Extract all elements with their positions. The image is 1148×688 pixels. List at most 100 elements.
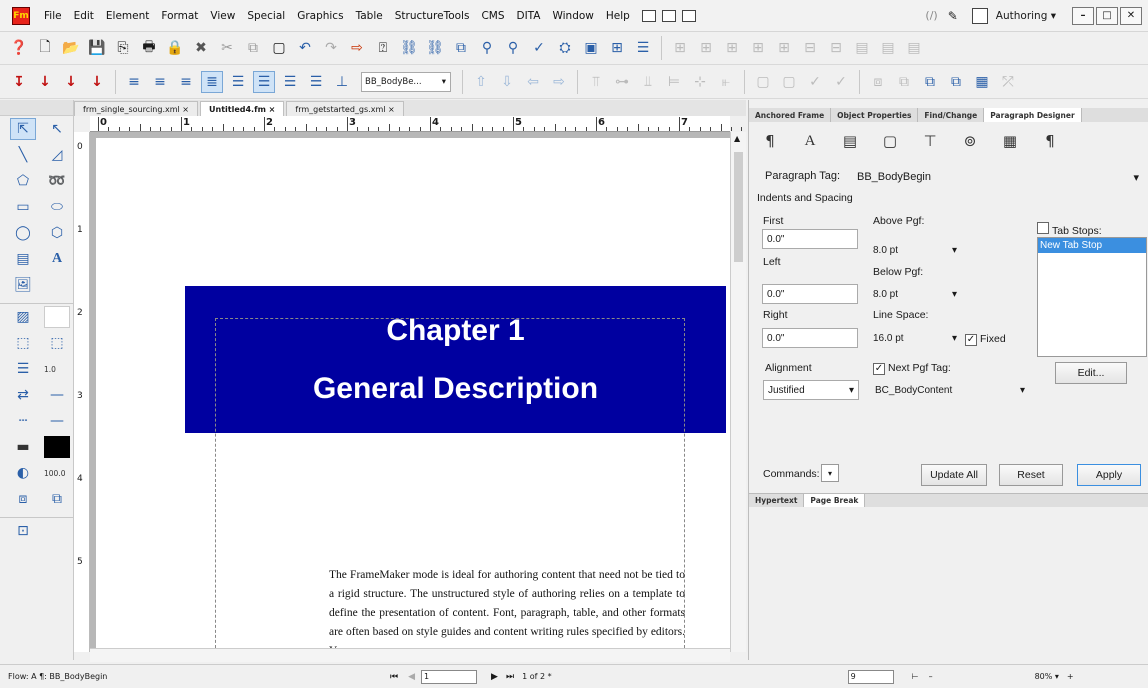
align-objects-icon-5[interactable]: ⊹: [689, 71, 711, 93]
right-indent-input[interactable]: 0.0": [762, 328, 858, 348]
insert-graphic-icon[interactable]: ▣: [580, 37, 602, 59]
first-indent-input[interactable]: 0.0": [762, 229, 858, 249]
table-icon[interactable]: ⊞: [606, 37, 628, 59]
align-center-icon[interactable]: ≡: [149, 71, 171, 93]
spell-icon[interactable]: ⍰: [372, 37, 394, 59]
apply-button[interactable]: Apply: [1077, 464, 1141, 486]
arrow-down-icon[interactable]: ⇩: [496, 71, 518, 93]
alignment-select[interactable]: Justified ▾: [763, 380, 859, 400]
zoom-in-icon[interactable]: +: [1067, 672, 1074, 681]
zoom-out-icon[interactable]: –: [929, 672, 933, 681]
dash-style-icon[interactable]: —: [44, 410, 70, 432]
color-gradient-icon[interactable]: ▬: [10, 436, 36, 458]
break-icon-1[interactable]: ↧: [8, 71, 30, 93]
spacing-custom-icon[interactable]: ☰: [305, 71, 327, 93]
hexagon-tool-icon[interactable]: ⬡: [44, 222, 70, 244]
menu-edit[interactable]: Edit: [68, 10, 100, 22]
line-space-select[interactable]: 16.0 pt ▾: [869, 328, 961, 348]
arrow-up-icon[interactable]: ⇧: [470, 71, 492, 93]
close-button[interactable]: ✕: [1120, 6, 1142, 25]
freehand-tool-icon[interactable]: ➿: [44, 170, 70, 192]
document-canvas[interactable]: Chapter 1 General Description The FrameM…: [90, 132, 730, 652]
reset-button[interactable]: Reset: [999, 464, 1063, 486]
first-page-icon[interactable]: ⏮: [390, 672, 398, 682]
asian-icon[interactable]: ⊚: [961, 132, 979, 150]
table-icon-8[interactable]: ⊟: [825, 37, 847, 59]
doc-tab-getstarted[interactable]: frm_getstarted_gs.xml ×: [286, 101, 404, 116]
print-icon[interactable]: 🖶: [138, 37, 160, 59]
paragraph-tag-select[interactable]: BB_BodyBegin ▾: [853, 167, 1143, 187]
paragraph-icon[interactable]: ¶: [761, 132, 779, 150]
menu-file[interactable]: File: [38, 10, 68, 22]
table-icon-7[interactable]: ⊟: [799, 37, 821, 59]
formula-icon[interactable]: (/): [925, 9, 937, 22]
advanced-icon[interactable]: ⊤: [921, 132, 939, 150]
object-properties-icon[interactable]: ▦: [971, 71, 993, 93]
workspace-icon[interactable]: [681, 9, 696, 22]
text-line-tool-icon[interactable]: A: [44, 248, 70, 270]
menu-graphics[interactable]: Graphics: [291, 10, 349, 22]
next-page-icon[interactable]: ▶: [491, 672, 498, 682]
tab-stops-list[interactable]: New Tab Stop: [1037, 237, 1147, 357]
open-folder-icon[interactable]: 📂: [60, 37, 82, 59]
track-icon[interactable]: ⛭: [554, 37, 576, 59]
polyline-tool-icon[interactable]: ⬠: [10, 170, 36, 192]
document-page[interactable]: Chapter 1 General Description The FrameM…: [96, 138, 730, 652]
rows-icon[interactable]: ☰: [632, 37, 654, 59]
table-icon-4[interactable]: ⊞: [721, 37, 743, 59]
minimize-button[interactable]: –: [1072, 6, 1094, 25]
display-icon[interactable]: [971, 7, 988, 24]
commands-dropdown[interactable]: ▾: [821, 464, 839, 482]
break-icon-2[interactable]: ↓: [34, 71, 56, 93]
copy-icon[interactable]: ⧉: [242, 37, 264, 59]
layout-icon[interactable]: [641, 9, 656, 22]
align-right-icon[interactable]: ≡: [175, 71, 197, 93]
dash-icon[interactable]: ┄: [10, 410, 36, 432]
arrow-right-icon[interactable]: ⇨: [548, 71, 570, 93]
table-cell-icon[interactable]: ▦: [1001, 132, 1019, 150]
unlink-icon[interactable]: ⛓: [424, 37, 446, 59]
send-icon[interactable]: ⇨: [346, 37, 368, 59]
tint-icon[interactable]: ◐: [10, 462, 36, 484]
table-icon-10[interactable]: ▤: [877, 37, 899, 59]
link-icon[interactable]: ⛓: [398, 37, 420, 59]
line-tool-icon[interactable]: ╲: [10, 144, 36, 166]
fixed-checkbox[interactable]: ✓ Fixed: [965, 333, 1006, 346]
align-objects-icon-4[interactable]: ⊨: [663, 71, 685, 93]
new-tab-stop-item[interactable]: New Tab Stop: [1038, 238, 1146, 253]
group-icon[interactable]: ▢: [752, 71, 774, 93]
new-doc-icon[interactable]: 🗋: [34, 37, 56, 59]
prev-page-icon[interactable]: ◀: [408, 672, 415, 682]
send-back-icon[interactable]: ⧉: [945, 71, 967, 93]
rectangle-tool-icon[interactable]: ▭: [10, 196, 36, 218]
table-icon-2[interactable]: ⊞: [669, 37, 691, 59]
status-field[interactable]: 9: [847, 669, 894, 684]
polygon-tool-icon[interactable]: ◿: [44, 144, 70, 166]
cut-icon[interactable]: ✂: [216, 37, 238, 59]
align-left-icon[interactable]: ≡: [123, 71, 145, 93]
flip-icon[interactable]: ⧈: [867, 71, 889, 93]
table-icon-11[interactable]: ▤: [903, 37, 925, 59]
spacing-double-icon[interactable]: ☰: [279, 71, 301, 93]
break-icon-3[interactable]: ↓: [60, 71, 82, 93]
table-icon-3[interactable]: ⊞: [695, 37, 717, 59]
bring-front-icon[interactable]: ⧉: [919, 71, 941, 93]
text-column-tool-icon[interactable]: ▤: [10, 248, 36, 270]
update-all-button[interactable]: Update All: [921, 464, 987, 486]
rotate-icon[interactable]: ⧉: [893, 71, 915, 93]
overprint-icon[interactable]: ⧈: [10, 488, 36, 510]
page-number-input[interactable]: 1: [421, 669, 478, 684]
line-width-icon[interactable]: ☰: [10, 358, 36, 380]
delete-icon[interactable]: ✖: [190, 37, 212, 59]
tab-object-properties[interactable]: Object Properties: [831, 108, 919, 122]
tab-paragraph-designer[interactable]: Paragraph Designer: [984, 108, 1082, 122]
maximize-button[interactable]: □: [1096, 6, 1118, 25]
tab-icon[interactable]: ⊥: [331, 71, 353, 93]
rounded-rect-tool-icon[interactable]: ⬭: [44, 196, 70, 218]
last-page-icon[interactable]: ⏭: [506, 672, 514, 682]
menu-element[interactable]: Element: [100, 10, 155, 22]
paste-icon[interactable]: ▢: [268, 37, 290, 59]
menu-structuretools[interactable]: StructureTools: [389, 10, 476, 22]
spacing-single-icon[interactable]: ☰: [227, 71, 249, 93]
pagination-icon[interactable]: ▤: [841, 132, 859, 150]
